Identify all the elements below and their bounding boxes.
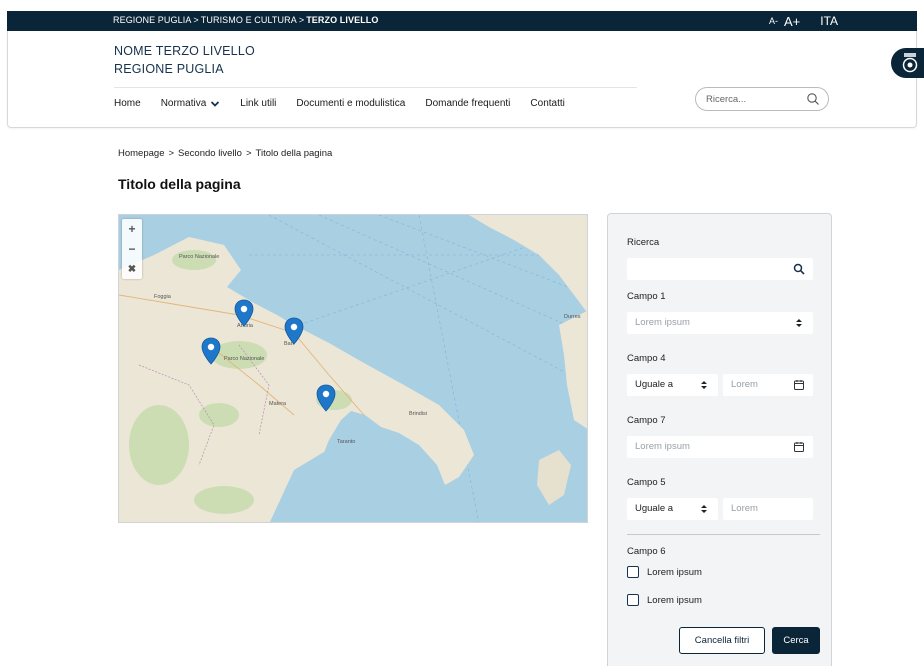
top-breadcrumb: REGIONE PUGLIA > TURISMO E CULTURA > TERZO L… bbox=[113, 15, 379, 25]
nav-item-contatti[interactable]: Contatti bbox=[530, 98, 564, 109]
breadcrumb: Homepage > Secondo livello > Titolo della pa… bbox=[118, 148, 332, 159]
breadcrumb-current: Titolo della pagina bbox=[255, 148, 333, 159]
breadcrumb-homepage[interactable]: Homepage bbox=[118, 148, 164, 159]
svg-text:Foggia: Foggia bbox=[154, 294, 172, 300]
campo6-checkbox-2[interactable]: Lorem ipsum bbox=[627, 594, 702, 606]
breadcrumb-sep: > bbox=[168, 148, 175, 159]
header-search-input[interactable] bbox=[706, 92, 796, 106]
header-divider bbox=[114, 87, 637, 88]
search-icon[interactable] bbox=[806, 92, 820, 106]
svg-text:Durres: Durres bbox=[564, 314, 581, 320]
campo4-operator-select[interactable]: Uguale a bbox=[627, 374, 718, 396]
calendar-icon[interactable] bbox=[793, 441, 805, 453]
top-bar: REGIONE PUGLIA > TURISMO E CULTURA > TERZO L… bbox=[7, 11, 917, 31]
font-increase-button[interactable]: A+ bbox=[784, 14, 800, 29]
nav-item-documenti[interactable]: Documenti e modulistica bbox=[296, 98, 405, 109]
campo6-checkbox-1[interactable]: Lorem ipsum bbox=[627, 566, 702, 578]
nav-item-normativa[interactable]: Normativa bbox=[161, 98, 221, 109]
checkbox[interactable] bbox=[627, 594, 639, 606]
campo4-operator-value: Uguale a bbox=[635, 379, 674, 390]
map-marker-icon[interactable] bbox=[284, 317, 304, 345]
map-marker-icon[interactable] bbox=[201, 337, 221, 365]
calendar-icon[interactable] bbox=[793, 379, 805, 391]
map-zoom-controls: + − ✖ bbox=[122, 219, 142, 279]
nav-item-faq[interactable]: Domande frequenti bbox=[425, 98, 510, 109]
campo1-label: Campo 1 bbox=[627, 291, 666, 302]
search-button[interactable]: Cerca bbox=[772, 627, 820, 654]
map-marker-icon[interactable] bbox=[234, 299, 254, 327]
svg-text:Parco Nazionale: Parco Nazionale bbox=[224, 356, 264, 362]
svg-text:Taranto: Taranto bbox=[337, 439, 355, 445]
page-title: Titolo della pagina bbox=[118, 176, 241, 192]
top-tools: A- A+ ITA bbox=[769, 12, 838, 30]
search-icon[interactable] bbox=[793, 263, 805, 275]
top-crumb-sep: > bbox=[193, 15, 199, 25]
breadcrumb-sep: > bbox=[245, 148, 252, 159]
campo7-date-input[interactable]: Lorem ipsum bbox=[627, 436, 813, 458]
language-selector[interactable]: ITA bbox=[820, 14, 838, 28]
breadcrumb-secondo-livello[interactable]: Secondo livello bbox=[178, 148, 242, 159]
campo1-select[interactable]: Lorem ipsum bbox=[627, 312, 813, 334]
panel-divider bbox=[627, 534, 820, 535]
site-name[interactable]: NOME TERZO LIVELLO bbox=[114, 43, 255, 60]
site-org[interactable]: REGIONE PUGLIA bbox=[114, 61, 224, 78]
map[interactable]: Parco Nazionale Foggia Andria Bari Parco… bbox=[118, 214, 588, 523]
campo5-placeholder: Lorem bbox=[731, 503, 758, 514]
main-nav: Home Normativa Link utili Documenti e mo… bbox=[114, 98, 585, 109]
svg-text:Parco Nazionale: Parco Nazionale bbox=[179, 254, 219, 260]
site-header: NOME TERZO LIVELLO REGIONE PUGLIA Home N… bbox=[7, 31, 917, 128]
filter-panel: Ricerca Campo 1 Lorem ipsum Campo 4 Ugua… bbox=[607, 213, 832, 666]
ricerca-label: Ricerca bbox=[627, 237, 660, 248]
svg-text:Brindisi: Brindisi bbox=[409, 411, 427, 417]
zoom-in-button[interactable]: + bbox=[122, 219, 142, 239]
campo5-operator-select[interactable]: Uguale a bbox=[627, 498, 718, 520]
campo5-input[interactable]: Lorem bbox=[723, 498, 813, 520]
svg-text:Matera: Matera bbox=[269, 401, 287, 407]
chevron-down-icon bbox=[211, 100, 220, 107]
sort-arrows-icon bbox=[701, 381, 707, 389]
campo6-checkbox-1-label: Lorem ipsum bbox=[647, 566, 702, 578]
campo4-date-input[interactable]: Lorem bbox=[723, 374, 813, 396]
campo7-placeholder: Lorem ipsum bbox=[635, 441, 690, 452]
campo6-checkbox-2-label: Lorem ipsum bbox=[647, 594, 702, 606]
zoom-out-button[interactable]: − bbox=[122, 239, 142, 259]
reset-view-button[interactable]: ✖ bbox=[122, 259, 142, 279]
checkbox[interactable] bbox=[627, 566, 639, 578]
ricerca-input[interactable] bbox=[627, 258, 813, 280]
campo4-placeholder: Lorem bbox=[731, 379, 758, 390]
clear-filters-button[interactable]: Cancella filtri bbox=[679, 627, 765, 654]
top-crumb-turismo[interactable]: TURISMO E CULTURA bbox=[201, 15, 297, 25]
map-canvas[interactable]: Parco Nazionale Foggia Andria Bari Parco… bbox=[119, 215, 588, 523]
font-decrease-button[interactable]: A- bbox=[769, 16, 778, 26]
campo1-placeholder: Lorem ipsum bbox=[635, 317, 690, 328]
nav-item-home[interactable]: Home bbox=[114, 98, 141, 109]
campo5-operator-value: Uguale a bbox=[635, 503, 674, 514]
accessibility-badge[interactable] bbox=[891, 48, 924, 78]
sort-arrows-icon bbox=[701, 505, 707, 513]
sort-arrows-icon bbox=[796, 319, 802, 327]
top-crumb-sep: > bbox=[298, 15, 305, 25]
campo6-label: Campo 6 bbox=[627, 546, 666, 557]
campo5-label: Campo 5 bbox=[627, 477, 666, 488]
campo7-label: Campo 7 bbox=[627, 415, 666, 426]
nav-item-normativa-label: Normativa bbox=[160, 98, 207, 109]
top-crumb-regione[interactable]: REGIONE PUGLIA bbox=[113, 15, 191, 25]
nav-item-link-utili[interactable]: Link utili bbox=[240, 98, 276, 109]
map-marker-icon[interactable] bbox=[316, 384, 336, 412]
campo4-label: Campo 4 bbox=[627, 353, 666, 364]
top-crumb-current: TERZO LIVELLO bbox=[306, 15, 379, 25]
regione-logo-icon bbox=[902, 53, 918, 73]
header-search[interactable] bbox=[695, 87, 829, 111]
